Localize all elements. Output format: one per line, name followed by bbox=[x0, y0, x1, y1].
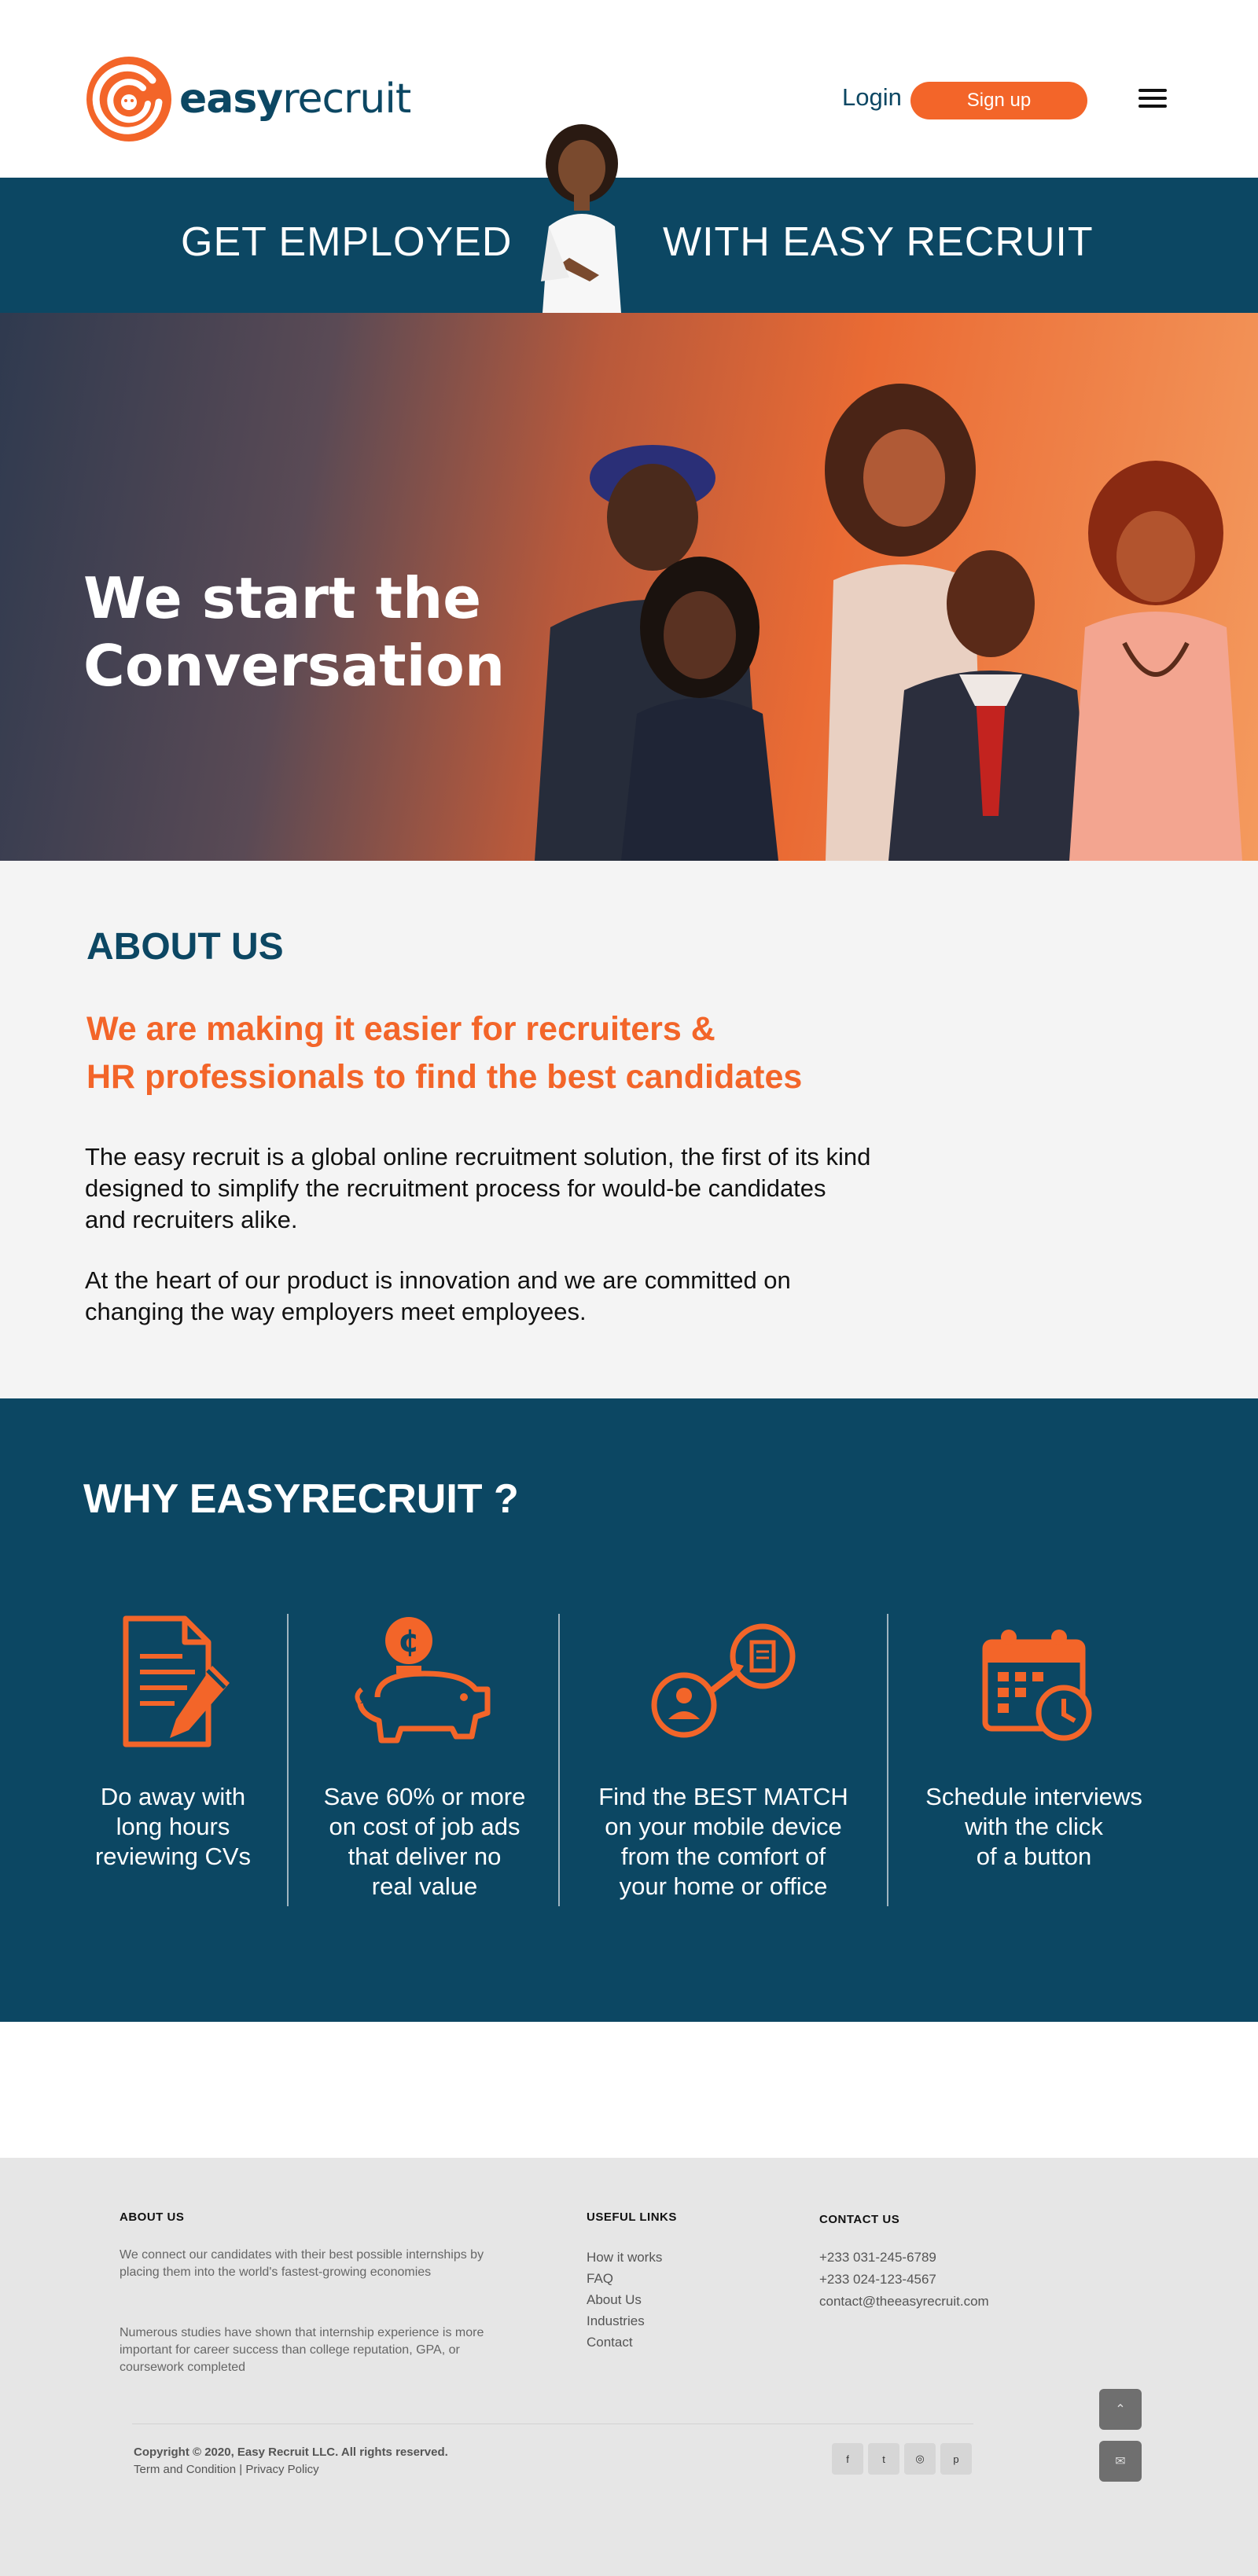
social-links: f t ◎ p bbox=[832, 2443, 972, 2475]
privacy-link[interactable]: Privacy Policy bbox=[245, 2463, 318, 2476]
signup-button[interactable]: Sign up bbox=[910, 82, 1087, 119]
footer-link-contact[interactable]: Contact bbox=[587, 2332, 662, 2353]
about-paragraph-2: At the heart of our product is innovatio… bbox=[85, 1266, 791, 1325]
feature-text: Save 60% or more on cost of job ads that… bbox=[323, 1783, 526, 1900]
feature-item: Do away with long hours reviewing CVs bbox=[79, 1611, 267, 1872]
about-heading: ABOUT US bbox=[86, 926, 284, 968]
footer-link-faq[interactable]: FAQ bbox=[587, 2268, 662, 2289]
mail-icon[interactable]: ✉ bbox=[1099, 2441, 1142, 2482]
match-connection-icon bbox=[651, 1623, 796, 1738]
about-section: ABOUT US We are making it easier for rec… bbox=[0, 861, 1258, 1398]
hero-section: We start the Conversation bbox=[0, 313, 1258, 861]
about-paragraph-1: The easy recruit is a global online recr… bbox=[85, 1143, 871, 1233]
logo-icon bbox=[86, 57, 171, 141]
feature-item: Find the BEST MATCH on your mobile devic… bbox=[582, 1611, 865, 1902]
footer-link-industries[interactable]: Industries bbox=[587, 2310, 662, 2332]
footer-contact-list: +233 031-245-6789 +233 024-123-4567 cont… bbox=[819, 2247, 989, 2313]
footer-links-list: How it works FAQ About Us Industries Con… bbox=[587, 2247, 662, 2353]
footer-link-about-us[interactable]: About Us bbox=[587, 2289, 662, 2310]
feature-divider bbox=[287, 1614, 289, 1906]
svg-text:¢: ¢ bbox=[398, 1623, 420, 1659]
footer-links-title: USEFUL LINKS bbox=[587, 2210, 677, 2224]
feature-text: Schedule interviews with the click of a … bbox=[925, 1783, 1142, 1870]
twitter-icon[interactable]: t bbox=[868, 2443, 899, 2475]
footer-link-how-it-works[interactable]: How it works bbox=[587, 2247, 662, 2268]
hero-title: We start the Conversation bbox=[83, 565, 506, 699]
footer-contact-title: CONTACT US bbox=[819, 2213, 900, 2226]
contact-phone-1[interactable]: +233 031-245-6789 bbox=[819, 2247, 989, 2269]
why-heading: WHY EASYRECRUIT ? bbox=[83, 1476, 519, 1522]
login-link[interactable]: Login bbox=[842, 83, 902, 112]
copyright-text: Copyright © 2020, Easy Recruit LLC. All … bbox=[134, 2446, 448, 2459]
banner-text-left: GET EMPLOYED bbox=[181, 219, 513, 265]
banner-text-right: WITH EASY RECRUIT bbox=[663, 219, 1094, 265]
footer-about-title: ABOUT US bbox=[120, 2210, 185, 2224]
contact-email[interactable]: contact@theeasyrecruit.com bbox=[819, 2291, 989, 2313]
pinterest-icon[interactable]: p bbox=[940, 2443, 972, 2475]
site-footer: ABOUT US We connect our candidates with … bbox=[0, 2158, 1258, 2576]
feature-divider bbox=[887, 1614, 888, 1906]
contact-phone-2[interactable]: +233 024-123-4567 bbox=[819, 2269, 989, 2291]
footer-about-text-1: We connect our candidates with their bes… bbox=[120, 2248, 484, 2279]
footer-about-text-2: Numerous studies have shown that interns… bbox=[120, 2326, 484, 2374]
document-pen-icon bbox=[123, 1615, 230, 1747]
terms-link[interactable]: Term and Condition bbox=[134, 2463, 236, 2476]
feature-item: ¢ Save 60% or more on cost of job ads th… bbox=[307, 1611, 543, 1902]
feature-item: Schedule interviews with the click of a … bbox=[904, 1611, 1164, 1872]
hero-team-photo bbox=[535, 384, 1242, 861]
logo-wordmark: easyrecruit bbox=[179, 75, 411, 123]
feature-text: Find the BEST MATCH on your mobile devic… bbox=[598, 1783, 848, 1900]
calendar-clock-icon bbox=[982, 1630, 1092, 1741]
legal-separator: | bbox=[236, 2463, 246, 2476]
piggy-bank-icon: ¢ bbox=[355, 1617, 491, 1744]
logo[interactable]: easyrecruit bbox=[85, 55, 411, 143]
legal-links: Term and Condition | Privacy Policy bbox=[134, 2463, 319, 2476]
hamburger-menu-icon[interactable] bbox=[1138, 89, 1167, 111]
scroll-up-icon[interactable]: ⌃ bbox=[1099, 2389, 1142, 2430]
about-subheading: We are making it easier for recruiters &… bbox=[86, 1010, 803, 1096]
instagram-icon[interactable]: ◎ bbox=[904, 2443, 936, 2475]
feature-divider bbox=[558, 1614, 560, 1906]
feature-text: Do away with long hours reviewing CVs bbox=[94, 1783, 252, 1870]
why-section: WHY EASYRECRUIT ? Do away with long hour… bbox=[0, 1398, 1258, 2022]
facebook-icon[interactable]: f bbox=[832, 2443, 863, 2475]
banner-woman-illustration bbox=[541, 124, 621, 313]
footer-divider bbox=[132, 2423, 973, 2424]
